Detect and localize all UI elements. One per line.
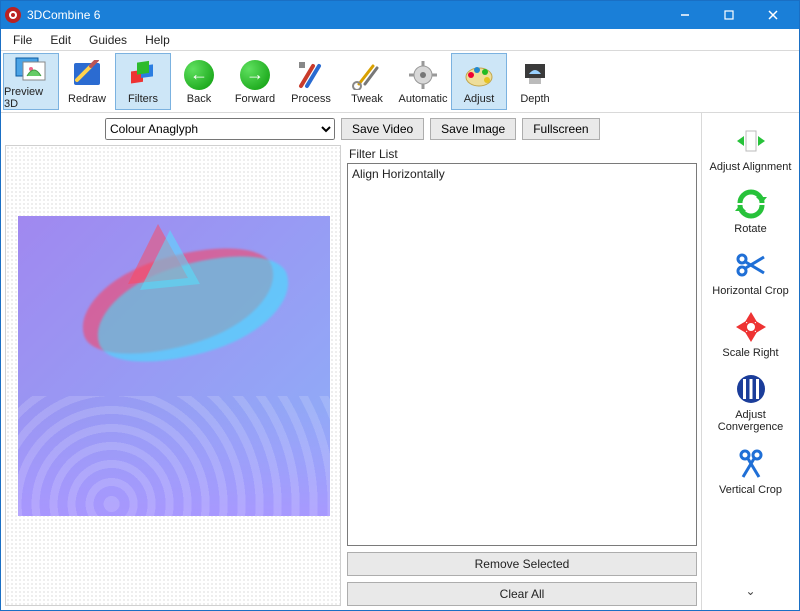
redraw-icon [71, 59, 103, 91]
toolbar-depth-label: Depth [520, 93, 549, 105]
side-adjust-convergence[interactable]: Adjust Convergence [703, 367, 799, 437]
convergence-icon [733, 371, 769, 407]
adjust-side-panel: Adjust Alignment Rotate Horizontal Crop … [701, 113, 799, 610]
display-mode-combo[interactable]: Colour Anaglyph [105, 118, 335, 140]
filters-icon [127, 59, 159, 91]
side-label: Horizontal Crop [712, 285, 788, 297]
crop-h-icon [733, 247, 769, 283]
fullscreen-button[interactable]: Fullscreen [522, 118, 599, 140]
toolbar-forward-button[interactable]: → Forward [227, 53, 283, 110]
side-label: Adjust Alignment [710, 161, 792, 173]
side-label: Vertical Crop [719, 484, 782, 496]
menu-file[interactable]: File [5, 31, 40, 49]
toolbar-forward-label: Forward [235, 93, 275, 105]
save-image-button[interactable]: Save Image [430, 118, 516, 140]
left-pane: Colour Anaglyph Save Video Save Image Fu… [1, 113, 701, 610]
toolbar-redraw-button[interactable]: Redraw [59, 53, 115, 110]
toolbar-process-label: Process [291, 93, 331, 105]
toolbar-automatic-label: Automatic [399, 93, 448, 105]
window-maximize-button[interactable] [707, 1, 751, 29]
content-area: Colour Anaglyph Save Video Save Image Fu… [1, 113, 799, 610]
tweak-icon [351, 59, 383, 91]
toolbar-process-button[interactable]: Process [283, 53, 339, 110]
toolbar-adjust-button[interactable]: Adjust [451, 53, 507, 110]
menu-guides[interactable]: Guides [81, 31, 135, 49]
preview-image [18, 216, 330, 516]
title-bar: 3DCombine 6 [1, 1, 799, 29]
toolbar-filters-button[interactable]: Filters [115, 53, 171, 110]
crop-v-icon [733, 446, 769, 482]
app-icon [5, 7, 21, 23]
toolbar-tweak-label: Tweak [351, 93, 383, 105]
adjust-icon [463, 59, 495, 91]
automatic-icon [407, 59, 439, 91]
preview-controls-row: Colour Anaglyph Save Video Save Image Fu… [5, 117, 697, 145]
toolbar-depth-button[interactable]: Depth [507, 53, 563, 110]
window-minimize-button[interactable] [663, 1, 707, 29]
rotate-icon [733, 185, 769, 221]
toolbar-tweak-button[interactable]: Tweak [339, 53, 395, 110]
back-icon: ← [183, 59, 215, 91]
toolbar-back-label: Back [187, 93, 211, 105]
window-title: 3DCombine 6 [27, 8, 100, 22]
toolbar-adjust-label: Adjust [464, 93, 495, 105]
side-label: Adjust Convergence [703, 409, 799, 433]
toolbar-automatic-button[interactable]: Automatic [395, 53, 451, 110]
side-label: Scale Right [722, 347, 778, 359]
toolbar-back-button[interactable]: ← Back [171, 53, 227, 110]
remove-selected-button[interactable]: Remove Selected [347, 552, 697, 576]
menu-help[interactable]: Help [137, 31, 178, 49]
filter-column: Filter List Align Horizontally Remove Se… [347, 145, 697, 606]
toolbar-filters-label: Filters [128, 93, 158, 105]
preview-column [5, 145, 341, 606]
side-adjust-alignment[interactable]: Adjust Alignment [703, 119, 799, 177]
side-rotate[interactable]: Rotate [703, 181, 799, 239]
toolbar-preview3d-button[interactable]: Preview 3D [3, 53, 59, 110]
window-close-button[interactable] [751, 1, 795, 29]
filter-list-item[interactable]: Align Horizontally [352, 166, 692, 182]
preview3d-icon [15, 54, 47, 84]
side-label: Rotate [734, 223, 766, 235]
toolbar-preview3d-label: Preview 3D [4, 86, 58, 110]
menu-bar: File Edit Guides Help [1, 29, 799, 51]
preview-canvas[interactable] [5, 145, 341, 606]
save-video-button[interactable]: Save Video [341, 118, 424, 140]
side-vertical-crop[interactable]: Vertical Crop [703, 442, 799, 500]
filter-list[interactable]: Align Horizontally [347, 163, 697, 546]
forward-icon: → [239, 59, 271, 91]
main-row: Filter List Align Horizontally Remove Se… [5, 145, 697, 606]
toolbar-redraw-label: Redraw [68, 93, 106, 105]
filter-list-label: Filter List [347, 145, 697, 163]
side-horizontal-crop[interactable]: Horizontal Crop [703, 243, 799, 301]
side-scale-right[interactable]: Scale Right [703, 305, 799, 363]
main-toolbar: Preview 3D Redraw Filters ← Back → Forwa… [1, 51, 799, 113]
clear-all-button[interactable]: Clear All [347, 582, 697, 606]
process-icon [295, 59, 327, 91]
align-arrows-icon [733, 123, 769, 159]
scale-right-icon [733, 309, 769, 345]
side-more-chevron-icon[interactable]: ⌄ [739, 578, 761, 604]
menu-edit[interactable]: Edit [42, 31, 79, 49]
depth-icon [519, 59, 551, 91]
